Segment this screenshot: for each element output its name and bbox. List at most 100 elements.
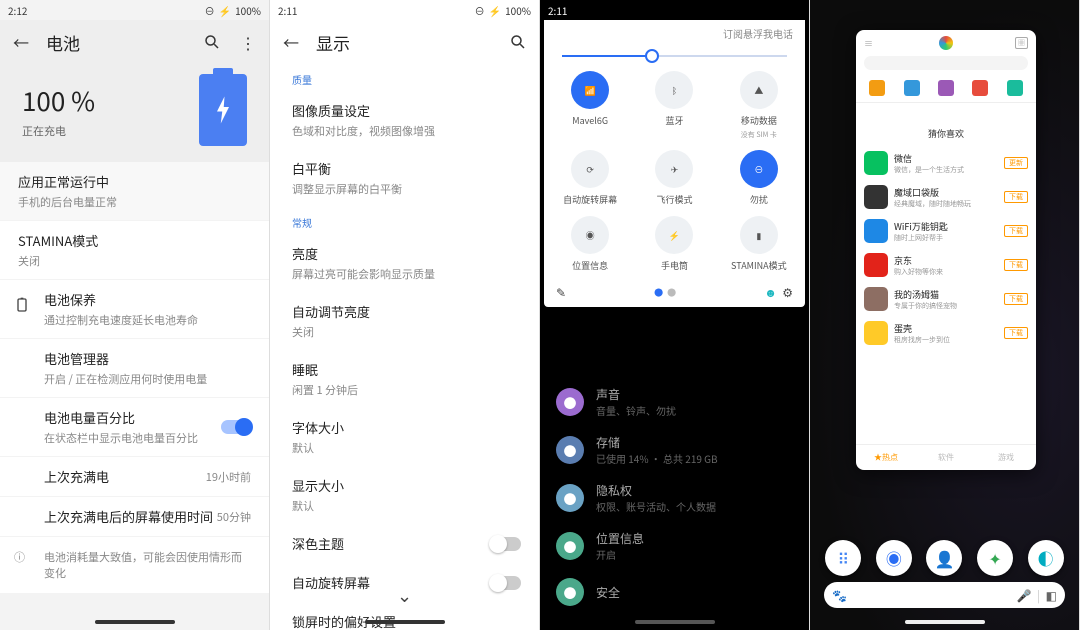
item-dark-theme[interactable]: 深色主题 xyxy=(270,524,539,563)
google-search-bar[interactable]: 🐾 🎤 | ◧ xyxy=(824,582,1065,608)
app-action-button[interactable]: 下载 xyxy=(1004,225,1028,237)
qs-tile-bt[interactable]: ᛒ蓝牙 xyxy=(632,71,716,140)
app-item[interactable]: 我的汤姆猫专属于你的搞怪宠物下载 xyxy=(864,282,1028,316)
row-icon: ● xyxy=(556,436,584,464)
item-brightness[interactable]: 亮度屏幕过亮可能会影响显示质量 xyxy=(270,234,539,292)
battery-status: 正在充电 xyxy=(22,123,95,139)
panel-battery: 2:12 ⊖⚡100% ← 电池 ⋮ 100 % 正在充电 应用正常运行中 手机… xyxy=(0,0,270,630)
wifi-icon: 📶 xyxy=(571,71,609,109)
qr-icon[interactable]: ▦ xyxy=(1015,37,1028,49)
store-bottom-tabs[interactable]: ★热点 软件 游戏 xyxy=(856,444,1036,470)
item-font-size[interactable]: 字体大小默认 xyxy=(270,408,539,466)
qs-tile-dnd[interactable]: ⊖勿扰 xyxy=(717,150,801,206)
store-logo-icon xyxy=(939,36,953,50)
qs-tile-stam[interactable]: ▮STAMINA模式 xyxy=(717,216,801,272)
store-tab[interactable] xyxy=(972,80,988,96)
dock: ⠿ ◉ 👤 ✦ ◐ xyxy=(810,540,1079,576)
settings-row[interactable]: ●位置信息开启 xyxy=(546,522,803,570)
store-tab[interactable] xyxy=(1007,80,1023,96)
row-sub: 关闭 xyxy=(18,253,251,269)
flash-icon: ⚡ xyxy=(655,216,693,254)
row-screen-since-full[interactable]: 上次充满电后的屏幕使用时间 50分钟 xyxy=(0,497,269,536)
app-item[interactable]: 魔域口袋版经典魔域，随时随地畅玩下载 xyxy=(864,180,1028,214)
dock-app-1[interactable]: ◉ xyxy=(876,540,912,576)
qs-hint: 订阅悬浮我电话 xyxy=(723,26,793,41)
row-stamina[interactable]: STAMINA模式 关闭 xyxy=(0,221,269,279)
search-icon[interactable] xyxy=(507,31,529,53)
chevron-down-icon[interactable]: ⌄ xyxy=(390,582,420,608)
user-icon[interactable]: ☻ xyxy=(764,284,777,301)
lens-icon[interactable]: ◧ xyxy=(1046,587,1057,604)
nav-bar[interactable] xyxy=(270,614,539,630)
item-sleep[interactable]: 睡眠闲置 1 分钟后 xyxy=(270,350,539,408)
app-action-button[interactable]: 更新 xyxy=(1004,157,1028,169)
app-item[interactable]: WiFi万能钥匙随时上网好帮手下载 xyxy=(864,214,1028,248)
app-action-button[interactable]: 下载 xyxy=(1004,293,1028,305)
more-icon[interactable]: ⋮ xyxy=(237,31,259,53)
app-action-button[interactable]: 下载 xyxy=(1004,259,1028,271)
qs-tile-wifi[interactable]: 📶Mavel6G xyxy=(548,71,632,140)
switch-battery-percent[interactable] xyxy=(221,420,251,434)
item-display-size[interactable]: 显示大小默认 xyxy=(270,466,539,524)
row-apps-normal[interactable]: 应用正常运行中 手机的后台电量正常 xyxy=(0,162,269,220)
battery-icon xyxy=(199,74,247,146)
app-action-button[interactable]: 下载 xyxy=(1004,327,1028,339)
tab-soft[interactable]: 软件 xyxy=(938,452,954,463)
row-sub: 开启 / 正在检测应用何时使用电量 xyxy=(44,371,251,387)
row-sub: 手机的后台电量正常 xyxy=(18,194,251,210)
back-icon[interactable]: ← xyxy=(10,31,32,53)
app-item[interactable]: 京东购入好物等你来下载 xyxy=(864,248,1028,282)
recent-app-store[interactable]: ≡ ▦ 猜你喜欢 微信微信，是一个生活方式更新魔域口袋版经典魔域，随时随地畅玩下… xyxy=(856,30,1036,470)
settings-row[interactable]: ●声音音量、铃声、勿扰 xyxy=(546,378,803,426)
app-item[interactable]: 微信微信，是一个生活方式更新 xyxy=(864,146,1028,180)
tab-hot[interactable]: ★热点 xyxy=(874,452,898,463)
switch-auto-rotate[interactable] xyxy=(491,576,521,590)
qs-tile-cell[interactable]: ▲移动数据没有 SIM 卡 xyxy=(717,71,801,140)
store-tab[interactable] xyxy=(869,80,885,96)
nav-bar[interactable] xyxy=(540,614,809,630)
settings-icon[interactable]: ⚙ xyxy=(782,284,793,301)
back-icon[interactable]: ← xyxy=(280,31,302,53)
mic-icon[interactable]: 🎤 xyxy=(1017,587,1032,604)
qs-tile-loc[interactable]: ◉位置信息 xyxy=(548,216,632,272)
settings-under: ●声音音量、铃声、勿扰●存储已使用 14% · 总共 219 GB●隐私权权限、… xyxy=(540,378,809,614)
nav-bar[interactable] xyxy=(0,614,269,630)
row-value: 50分钟 xyxy=(217,509,251,525)
dock-app-0[interactable]: ⠿ xyxy=(825,540,861,576)
row-last-full[interactable]: 上次充满电 19小时前 xyxy=(0,457,269,496)
item-image-quality[interactable]: 图像质量设定色域和对比度，视频图像增强 xyxy=(270,91,539,149)
item-auto-brightness[interactable]: 自动调节亮度关闭 xyxy=(270,292,539,350)
store-tab[interactable] xyxy=(904,80,920,96)
row-battery-care[interactable]: 电池保养 通过控制充电速度延长电池寿命 xyxy=(0,280,269,338)
settings-row[interactable]: ●存储已使用 14% · 总共 219 GB xyxy=(546,426,803,474)
stam-icon: ▮ xyxy=(740,216,778,254)
section-quality: 质量 xyxy=(270,64,539,91)
brightness-slider[interactable] xyxy=(562,55,787,57)
tab-game[interactable]: 游戏 xyxy=(998,452,1014,463)
nav-bar[interactable] xyxy=(810,614,1079,630)
item-white-balance[interactable]: 白平衡调整显示屏幕的白平衡 xyxy=(270,149,539,207)
app-action-button[interactable]: 下载 xyxy=(1004,191,1028,203)
qs-tile-flash[interactable]: ⚡ 手电筒 xyxy=(632,216,716,272)
menu-icon[interactable]: ≡ xyxy=(864,37,873,50)
edit-icon[interactable]: ✎ xyxy=(556,284,566,301)
dock-app-4[interactable]: ◐ xyxy=(1028,540,1064,576)
qs-tile-plane[interactable]: ✈飞行模式 xyxy=(632,150,716,206)
battery-hero: 100 % 正在充电 xyxy=(0,64,269,162)
switch-dark-theme[interactable] xyxy=(491,537,521,551)
settings-row[interactable]: ●安全 xyxy=(546,570,803,614)
dock-app-3[interactable]: ✦ xyxy=(977,540,1013,576)
settings-row[interactable]: ●隐私权权限、账号活动、个人数据 xyxy=(546,474,803,522)
dock-app-2[interactable]: 👤 xyxy=(926,540,962,576)
row-battery-percent[interactable]: 电池电量百分比 在状态栏中显示电池电量百分比 xyxy=(0,398,269,456)
status-bar: 2:11 ⊖⚡100% xyxy=(270,0,539,20)
app-item[interactable]: 蛋壳租房找房一步到位下载 xyxy=(864,316,1028,350)
qs-label: 手电筒 xyxy=(661,259,688,272)
store-search[interactable] xyxy=(864,56,1028,70)
store-tab[interactable] xyxy=(938,80,954,96)
page-title: 显示 xyxy=(316,30,493,55)
qs-tile-rotate[interactable]: ⟳自动旋转屏幕 xyxy=(548,150,632,206)
store-category-tabs xyxy=(856,76,1036,103)
search-icon[interactable] xyxy=(201,31,223,53)
row-battery-manager[interactable]: 电池管理器 开启 / 正在检测应用何时使用电量 xyxy=(0,339,269,397)
